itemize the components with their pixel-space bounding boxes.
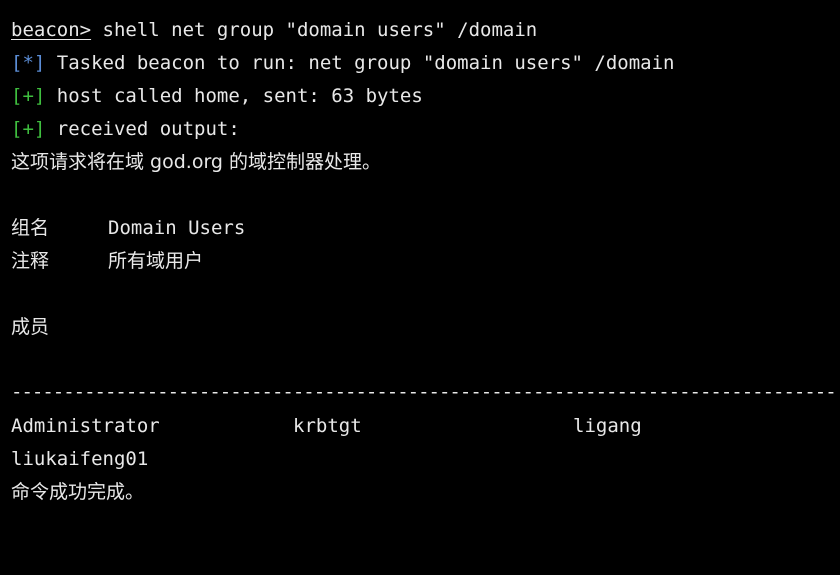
member-name: Administrator xyxy=(11,415,160,437)
tasked-text: Tasked beacon to run: net group "domain … xyxy=(45,52,675,74)
separator-line: ----------------------------------------… xyxy=(11,381,837,403)
members-row: Administrator krbtgt ligang xyxy=(11,410,840,443)
member-name: krbtgt xyxy=(293,415,362,437)
member-name: liukaifeng01 xyxy=(11,448,149,470)
domain-controller-line: 这项请求将在域 god.org 的域控制器处理。 xyxy=(11,146,381,179)
command-line: beacon> shell net group "domain users" /… xyxy=(11,14,537,47)
beacon-prompt: beacon> xyxy=(11,19,92,41)
command-text: shell net group "domain users" /domain xyxy=(91,19,538,41)
received-output-text: received output: xyxy=(45,118,240,140)
tasked-line: [*] Tasked beacon to run: net group "dom… xyxy=(11,47,674,80)
group-comment-label: 注释 xyxy=(11,250,50,272)
group-name-value: Domain Users xyxy=(108,217,246,239)
received-output-line: [+] received output: xyxy=(11,113,240,146)
member-name: ligang xyxy=(573,415,642,437)
completed-line: 命令成功完成。 xyxy=(11,476,144,509)
ok-tag: [+] xyxy=(11,85,46,107)
group-comment-value: 所有域用户 xyxy=(108,250,204,272)
members-label-line: 成员 xyxy=(11,311,49,344)
group-name-row: 组名 Domain Users xyxy=(11,212,840,245)
completed-text: 命令成功完成。 xyxy=(11,481,145,503)
members-label: 成员 xyxy=(11,316,50,338)
group-comment-row: 注释 所有域用户 xyxy=(11,245,840,278)
members-row: liukaifeng01 xyxy=(11,443,148,476)
terminal-window[interactable]: beacon> shell net group "domain users" /… xyxy=(0,0,840,523)
group-name-label: 组名 xyxy=(11,217,50,239)
info-tag: [*] xyxy=(11,52,46,74)
domain-controller-text: 这项请求将在域 god.org 的域控制器处理。 xyxy=(11,151,382,173)
host-called-text: host called home, sent: 63 bytes xyxy=(45,85,423,107)
ok-tag: [+] xyxy=(11,118,46,140)
host-called-line: [+] host called home, sent: 63 bytes xyxy=(11,80,423,113)
